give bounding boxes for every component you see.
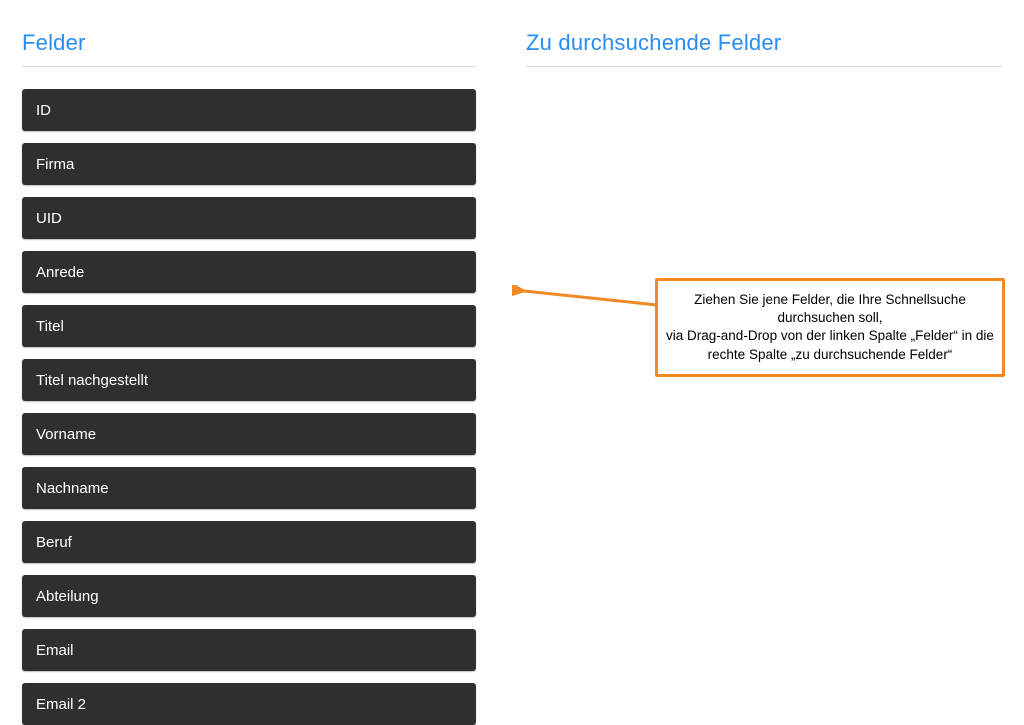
available-fields-title: Felder [22, 30, 476, 67]
field-item[interactable]: Titel [22, 305, 476, 347]
available-fields-column: Felder ID Firma UID Anrede Titel Titel n… [22, 30, 476, 725]
help-callout-line2: via Drag-and-Drop von der linken Spalte … [666, 328, 994, 361]
field-item[interactable]: Email [22, 629, 476, 671]
field-item[interactable]: Beruf [22, 521, 476, 563]
search-fields-column: Zu durchsuchende Felder [526, 30, 1002, 725]
help-callout: Ziehen Sie jene Felder, die Ihre Schnell… [655, 278, 1005, 377]
field-item[interactable]: Firma [22, 143, 476, 185]
field-item[interactable]: UID [22, 197, 476, 239]
available-fields-list[interactable]: ID Firma UID Anrede Titel Titel nachgest… [22, 89, 476, 725]
field-item[interactable]: Vorname [22, 413, 476, 455]
help-callout-line1: Ziehen Sie jene Felder, die Ihre Schnell… [694, 292, 966, 325]
field-item[interactable]: Anrede [22, 251, 476, 293]
field-item[interactable]: Abteilung [22, 575, 476, 617]
field-item[interactable]: ID [22, 89, 476, 131]
field-item[interactable]: Nachname [22, 467, 476, 509]
field-item[interactable]: Titel nachgestellt [22, 359, 476, 401]
field-item[interactable]: Email 2 [22, 683, 476, 725]
search-fields-title: Zu durchsuchende Felder [526, 30, 1002, 67]
